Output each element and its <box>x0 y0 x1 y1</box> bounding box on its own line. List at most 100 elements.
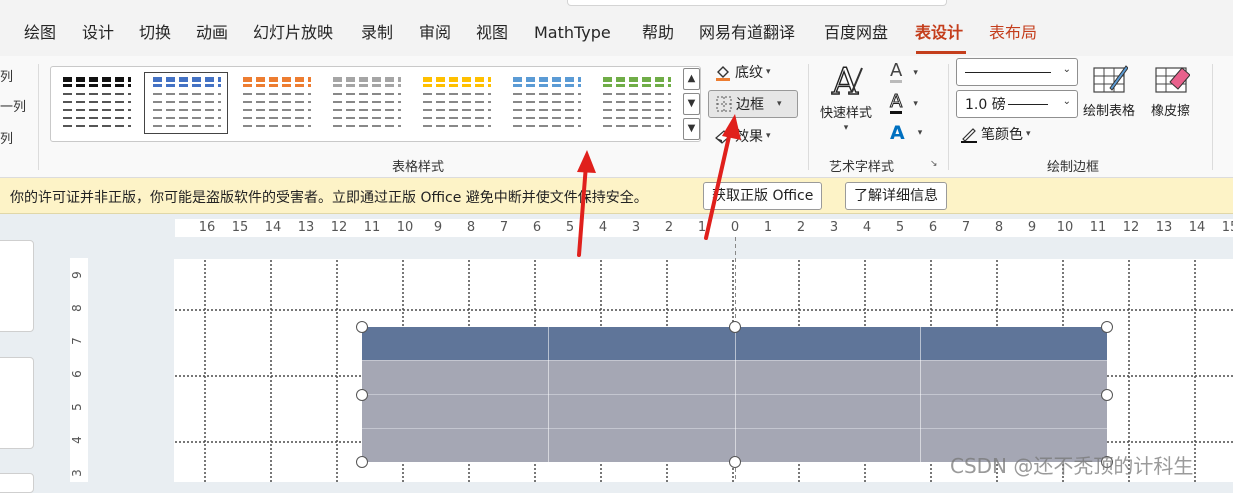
ruler-label: 9 <box>433 220 443 235</box>
group-separator <box>1212 64 1213 170</box>
resize-handle[interactable] <box>356 389 368 401</box>
shading-button[interactable]: 底纹 ▾ <box>714 62 771 82</box>
license-warning-bar: 你的许可证并非正版，你可能是盗版软件的受害者。立即通过正版 Office 避免中… <box>0 178 1233 214</box>
swatch-row-line <box>513 101 581 103</box>
ruler-label: 10 <box>1056 220 1074 235</box>
ruler-label: 0 <box>730 220 740 235</box>
borders-button[interactable]: 边框 ▾ <box>708 90 798 118</box>
tab-table-design[interactable]: 表设计 <box>915 22 963 44</box>
swatch-header-bar <box>63 84 131 87</box>
ruler-label: 4 <box>598 220 608 235</box>
pen-style-dropdown[interactable]: ⌄ <box>956 58 1078 86</box>
table-style-swatch[interactable] <box>55 73 137 133</box>
text-outline-icon: A <box>889 91 903 114</box>
tab-help[interactable]: 帮助 <box>642 22 674 44</box>
tab-design[interactable]: 设计 <box>82 22 114 44</box>
dialog-launcher-icon[interactable]: ↘ <box>930 159 938 169</box>
gallery-scroll-up[interactable]: ▲ <box>683 68 700 90</box>
selected-table[interactable] <box>362 327 1107 462</box>
slide-thumbnail[interactable] <box>0 240 34 332</box>
tab-animations[interactable]: 动画 <box>196 22 228 44</box>
text-fill-button[interactable]: A ▾ <box>890 62 918 83</box>
tab-draw[interactable]: 绘图 <box>24 22 56 44</box>
swatch-row-line <box>603 125 671 127</box>
slide-thumbnail[interactable] <box>0 473 34 493</box>
table-style-swatch[interactable] <box>325 73 407 133</box>
eraser-button[interactable]: 橡皮擦 <box>1151 62 1190 119</box>
table-style-swatch[interactable] <box>595 73 677 133</box>
chevron-down-icon: ▾ <box>913 98 918 109</box>
swatch-row-line <box>513 93 581 95</box>
swatch-row-line <box>423 109 491 111</box>
swatch-row-line <box>153 109 221 111</box>
resize-handle[interactable] <box>1101 321 1113 333</box>
tab-slideshow[interactable]: 幻灯片放映 <box>253 22 333 44</box>
chevron-down-icon: ▾ <box>1026 129 1031 139</box>
swatch-header-bar <box>333 84 401 87</box>
slide-thumbnail[interactable] <box>0 357 34 449</box>
quick-styles-label: 快速样式 <box>820 106 873 121</box>
chevron-down-icon: ▾ <box>913 67 918 78</box>
wordart-a-icon: A <box>830 62 863 100</box>
left-fragment-1[interactable]: 列 <box>0 66 13 85</box>
table-style-swatch[interactable] <box>505 73 587 133</box>
chevron-down-icon: ⌄ <box>1062 96 1071 107</box>
text-effects-button[interactable]: A ▾ <box>890 124 922 143</box>
tab-view[interactable]: 视图 <box>476 22 508 44</box>
swatch-header-bar <box>513 84 581 87</box>
swatch-row-line <box>243 93 311 95</box>
resize-handle[interactable] <box>356 321 368 333</box>
horizontal-ruler: 16 15 14 13 12 11 10 9 8 7 6 5 4 3 2 1 0 1 2 3 4 5 6 7 8 9 10 11 12 1… <box>175 219 1233 237</box>
tab-baidu-netdisk[interactable]: 百度网盘 <box>824 22 888 44</box>
swatch-row-line <box>603 101 671 103</box>
chevron-down-icon: ▼ <box>687 98 696 109</box>
left-fragment-2[interactable]: 一列 <box>0 96 26 115</box>
table-style-swatch[interactable] <box>415 73 497 133</box>
gallery-scroll-down[interactable]: ▼ <box>683 93 700 115</box>
ruler-label: 11 <box>363 220 381 235</box>
table-style-swatch[interactable] <box>235 73 317 133</box>
swatch-row-line <box>243 101 311 103</box>
swatch-row-line <box>333 109 401 111</box>
pen-color-button[interactable]: 笔颜色 ▾ <box>960 124 1031 144</box>
svg-text:A: A <box>831 62 859 100</box>
quick-styles-button[interactable]: A 快速样式 ▾ <box>820 62 872 133</box>
swatch-row-line <box>333 101 401 103</box>
pen-weight-dropdown[interactable]: 1.0 磅 ⌄ <box>956 90 1078 118</box>
ruler-label: 4 <box>862 220 872 235</box>
swatch-header-bar <box>423 84 491 87</box>
tab-table-layout[interactable]: 表布局 <box>989 22 1037 44</box>
ruler-label: 9 <box>1027 220 1037 235</box>
tab-record[interactable]: 录制 <box>361 22 393 44</box>
tab-transitions[interactable]: 切换 <box>139 22 171 44</box>
text-fill-icon: A <box>890 60 903 83</box>
left-fragment-3[interactable]: 列 <box>0 128 13 147</box>
table-column-divider <box>920 327 921 462</box>
gallery-more[interactable]: ▼ <box>683 118 700 140</box>
resize-handle[interactable] <box>1101 389 1113 401</box>
swatch-row-line <box>63 117 131 119</box>
borders-label: 边框 <box>736 97 764 113</box>
swatch-header-bar <box>423 77 491 82</box>
ruler-label: 6 <box>69 370 84 378</box>
chevron-down-icon: ▾ <box>777 99 782 109</box>
chevron-down-icon: ▾ <box>766 131 771 141</box>
table-style-swatch[interactable] <box>144 72 228 134</box>
resize-handle[interactable] <box>729 321 741 333</box>
resize-handle[interactable] <box>729 456 741 468</box>
text-outline-button[interactable]: A ▾ <box>889 91 918 114</box>
swatch-row-line <box>513 117 581 119</box>
get-genuine-office-button[interactable]: 获取正版 Office <box>703 182 823 210</box>
tab-youdao[interactable]: 网易有道翻译 <box>699 22 795 44</box>
tab-mathtype[interactable]: MathType <box>534 22 611 44</box>
effects-button[interactable]: 效果 ▾ <box>714 126 771 146</box>
ribbon: 列 一列 列 ▲ ▼ ▼ 表格样式 底纹 ▾ 边框 ▾ 效果 ▾ A 快速样式 … <box>0 56 1233 178</box>
pen-weight-value: 1.0 磅 <box>965 97 1006 113</box>
title-search-box[interactable] <box>567 0 947 6</box>
draw-table-icon <box>1093 65 1128 93</box>
tab-review[interactable]: 审阅 <box>419 22 451 44</box>
resize-handle[interactable] <box>356 456 368 468</box>
draw-borders-group-label: 绘制边框 <box>1047 160 1100 175</box>
learn-more-button[interactable]: 了解详细信息 <box>845 182 947 210</box>
draw-table-button[interactable]: 绘制表格 <box>1083 62 1135 119</box>
